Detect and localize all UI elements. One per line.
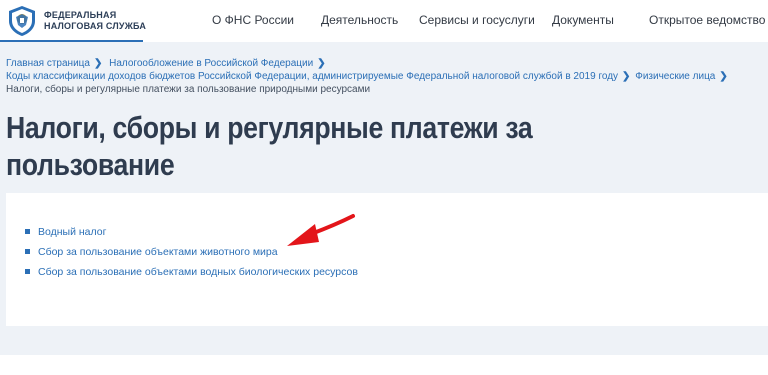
nav-about[interactable]: О ФНС России [212, 13, 294, 27]
bullet-icon [25, 268, 30, 274]
breadcrumb-taxation[interactable]: Налогообложение в Российской Федерации [109, 58, 313, 69]
link-water-tax[interactable]: Водный налог [25, 226, 106, 238]
logo-line-2: НАЛОГОВАЯ СЛУЖБА [44, 21, 147, 31]
red-arrow-icon [287, 214, 355, 246]
link-label: Водный налог [38, 226, 107, 238]
breadcrumb-individuals[interactable]: Физические лица [635, 71, 715, 82]
nav-services[interactable]: Сервисы и госуслуги [419, 13, 535, 27]
chevron-right-icon: ❯ [719, 71, 728, 82]
logo-title[interactable]: ФЕДЕРАЛЬНАЯ НАЛОГОВАЯ СЛУЖБА [44, 10, 146, 32]
breadcrumb-codes[interactable]: Коды классификации доходов бюджетов Росс… [6, 71, 618, 82]
link-label: Сбор за пользование объектами животного … [38, 246, 278, 258]
site-header: ФЕДЕРАЛЬНАЯ НАЛОГОВАЯ СЛУЖБА О ФНС Росси… [0, 0, 768, 42]
bullet-icon [25, 248, 30, 254]
chevron-right-icon: ❯ [622, 71, 631, 82]
logo-line-1: ФЕДЕРАЛЬНАЯ [44, 10, 117, 20]
link-label: Сбор за пользование объектами водных био… [38, 266, 358, 278]
footer-band [0, 355, 768, 375]
fns-emblem-icon[interactable] [6, 5, 38, 37]
logo-active-underline [0, 40, 143, 42]
link-aquatic-resources-fee[interactable]: Сбор за пользование объектами водных био… [25, 266, 358, 278]
bullet-icon [25, 228, 30, 234]
breadcrumb-home[interactable]: Главная страница [6, 58, 90, 69]
link-wildlife-fee[interactable]: Сбор за пользование объектами животного … [25, 246, 278, 258]
links-card: Водный налог Сбор за пользование объекта… [6, 193, 768, 326]
nav-open-agency[interactable]: Открытое ведомство [649, 13, 765, 27]
nav-documents[interactable]: Документы [552, 13, 614, 27]
breadcrumb-current: Налоги, сборы и регулярные платежи за по… [6, 84, 371, 95]
nav-activity[interactable]: Деятельность [321, 13, 398, 27]
page-title-line-1: Налоги, сборы и регулярные платежи за по… [6, 110, 533, 182]
